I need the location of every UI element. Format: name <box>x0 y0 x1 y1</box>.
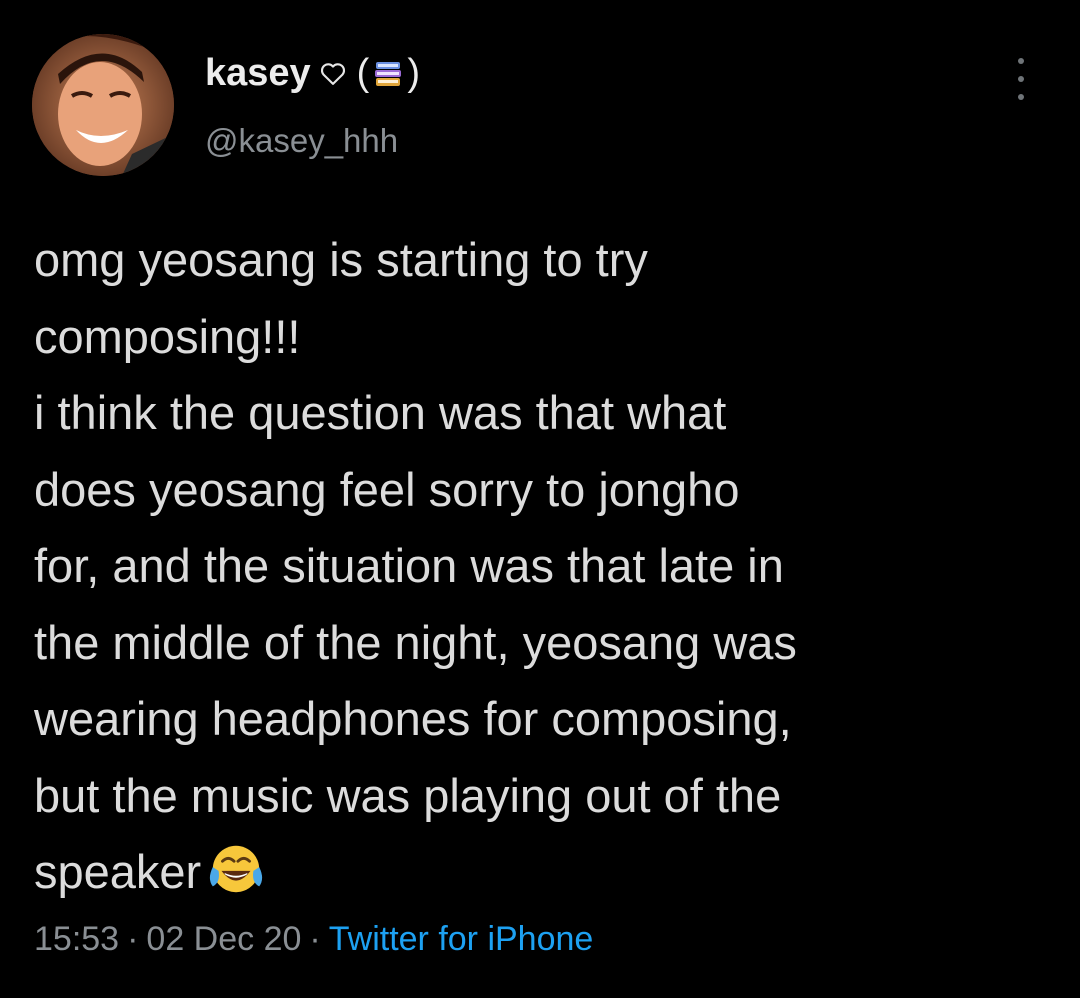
display-name-text: kasey <box>205 52 311 94</box>
heart-outline-icon <box>320 62 345 85</box>
tweet-date[interactable]: 02 Dec 20 <box>146 920 301 958</box>
tweet-meta: 15:53 · 02 Dec 20 · Twitter for iPhone <box>34 920 593 959</box>
books-icon <box>375 61 402 86</box>
paren-close: ) <box>407 52 420 94</box>
tweet-body: omg yeosang is starting to try composing… <box>34 233 797 898</box>
tweet-time[interactable]: 15:53 <box>34 920 119 958</box>
face-with-tears-of-joy-icon <box>210 845 263 893</box>
user-handle[interactable]: @kasey_hhh <box>205 122 398 160</box>
more-vertical-icon[interactable] <box>1006 58 1036 100</box>
paren-open: ( <box>356 52 370 94</box>
tweet-source-link[interactable]: Twitter for iPhone <box>329 920 594 958</box>
display-name[interactable]: kasey ( ) <box>205 52 420 95</box>
avatar[interactable] <box>32 34 174 176</box>
tweet-card: kasey ( ) @kasey_hhh omg yeosang is star… <box>0 0 1080 998</box>
more-dot <box>1018 58 1024 64</box>
books-emoji-group: ( ) <box>357 52 420 95</box>
meta-separator: · <box>309 920 321 958</box>
more-dot <box>1018 94 1024 100</box>
more-dot <box>1018 76 1024 82</box>
meta-separator: · <box>127 920 139 958</box>
tweet-text: omg yeosang is starting to try composing… <box>34 222 1044 911</box>
